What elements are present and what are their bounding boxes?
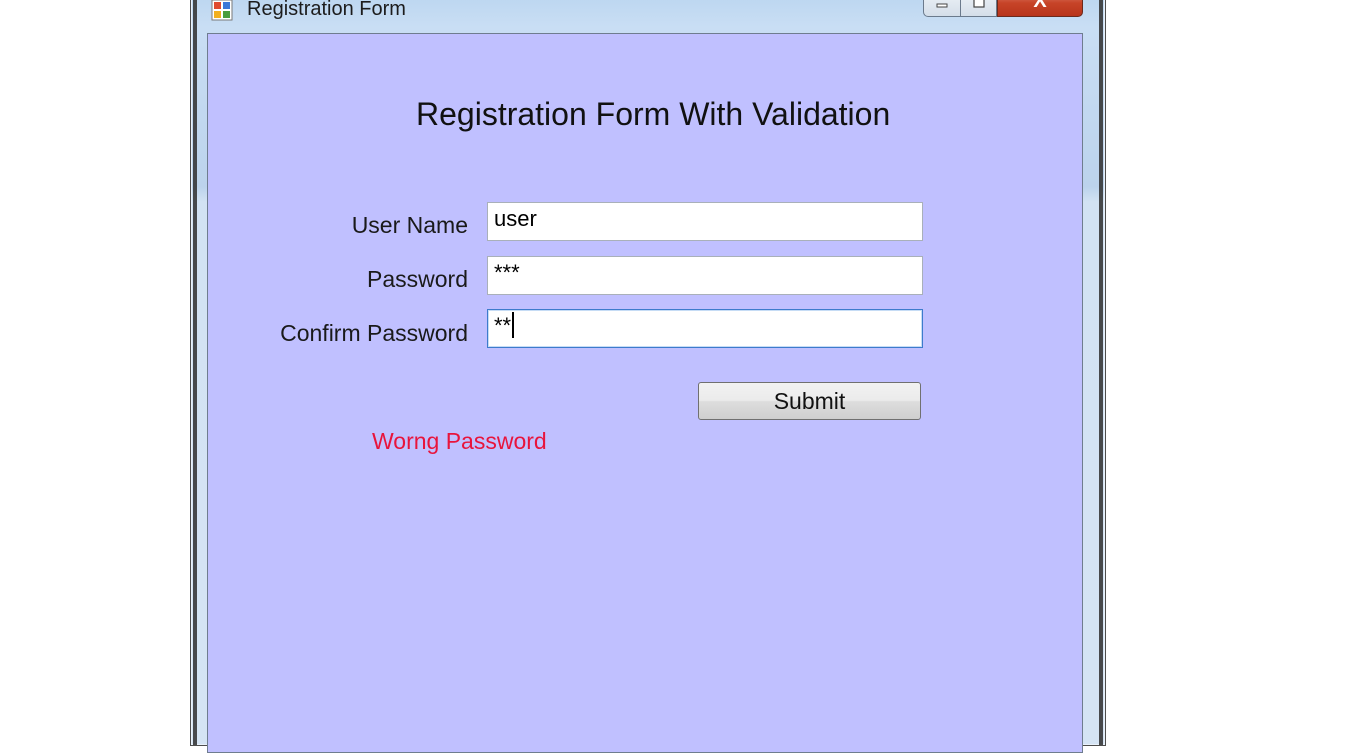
app-window: Registration Form X Registration Form Wi… (190, 0, 1106, 753)
form-app-icon[interactable] (211, 0, 233, 21)
title-bar[interactable]: Registration Form X (191, 0, 1105, 31)
close-button[interactable]: X (997, 0, 1083, 17)
confirm-password-value: ** (494, 313, 512, 338)
form-client-area: Registration Form With Validation User N… (207, 33, 1083, 753)
password-input[interactable]: *** (487, 256, 923, 295)
maximize-button[interactable] (961, 0, 997, 17)
username-input[interactable]: user (487, 202, 923, 241)
maximize-icon (972, 0, 985, 8)
minimize-button[interactable] (923, 0, 961, 17)
confirm-password-input[interactable]: ** (487, 309, 923, 348)
form-heading: Registration Form With Validation (416, 96, 891, 132)
caption-buttons: X (923, 0, 1083, 17)
username-value: user (494, 206, 537, 231)
error-message: Worng Password (372, 428, 547, 454)
window-title: Registration Form (247, 0, 406, 20)
password-value: *** (494, 260, 520, 285)
close-icon: X (1033, 0, 1047, 12)
password-label: Password (367, 266, 468, 292)
submit-button[interactable]: Submit (698, 382, 921, 420)
minimize-icon (936, 3, 948, 7)
confirm-password-label: Confirm Password (280, 320, 468, 346)
text-caret (512, 312, 515, 339)
username-label: User Name (351, 212, 468, 238)
